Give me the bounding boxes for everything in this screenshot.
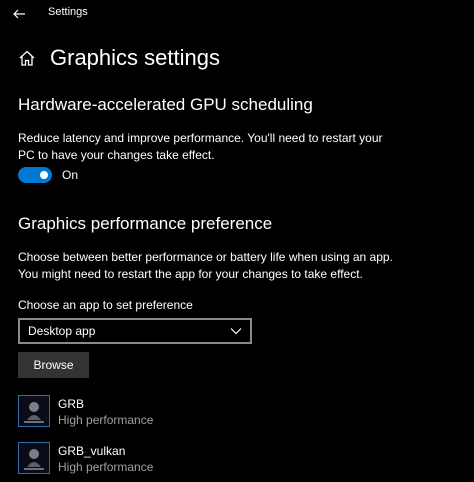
app-preference: High performance <box>58 413 154 427</box>
gpu-scheduling-toggle[interactable] <box>18 167 52 183</box>
home-icon[interactable] <box>18 49 36 67</box>
page-title: Graphics settings <box>50 45 220 70</box>
chevron-down-icon <box>230 328 242 335</box>
window-title: Settings <box>48 6 88 18</box>
settings-window: Settings Graphics settings Hardware-acce… <box>0 0 474 482</box>
performance-preference-description-line: Choose between better performance or bat… <box>18 250 393 264</box>
app-icon <box>18 395 50 427</box>
app-list-item[interactable]: GRB High performance <box>18 395 153 429</box>
toggle-state-label: On <box>62 168 79 182</box>
game-logo-icon <box>19 396 49 426</box>
title-bar: Settings <box>0 0 474 28</box>
page-header: Graphics settings <box>18 41 220 75</box>
choose-app-label: Choose an app to set preference <box>18 298 193 312</box>
dropdown-selected-value: Desktop app <box>28 324 96 338</box>
gpu-scheduling-description: Reduce latency and improve performance. … <box>18 130 468 164</box>
app-type-dropdown[interactable]: Desktop app <box>18 318 252 344</box>
app-icon <box>18 442 50 474</box>
browse-button[interactable]: Browse <box>18 352 89 378</box>
performance-preference-heading: Graphics performance preference <box>18 214 273 233</box>
gpu-scheduling-heading: Hardware-accelerated GPU scheduling <box>18 95 313 114</box>
app-name: GRB_vulkan <box>58 444 126 458</box>
performance-preference-description: Choose between better performance or bat… <box>18 249 468 283</box>
app-text: GRB_vulkan High performance <box>58 442 153 476</box>
app-preference: High performance <box>58 460 154 474</box>
app-name: GRB <box>58 397 85 411</box>
gpu-scheduling-description-line: Reduce latency and improve performance. … <box>18 131 383 145</box>
gpu-scheduling-toggle-row: On <box>18 167 78 183</box>
toggle-knob <box>40 171 48 179</box>
game-logo-icon <box>19 443 49 473</box>
app-text: GRB High performance <box>58 395 153 429</box>
back-arrow-icon[interactable] <box>11 6 27 22</box>
app-list-item[interactable]: GRB_vulkan High performance <box>18 442 153 476</box>
performance-preference-description-line: You might need to restart the app for yo… <box>18 267 363 281</box>
gpu-scheduling-description-line: PC to have your changes take effect. <box>18 148 215 162</box>
